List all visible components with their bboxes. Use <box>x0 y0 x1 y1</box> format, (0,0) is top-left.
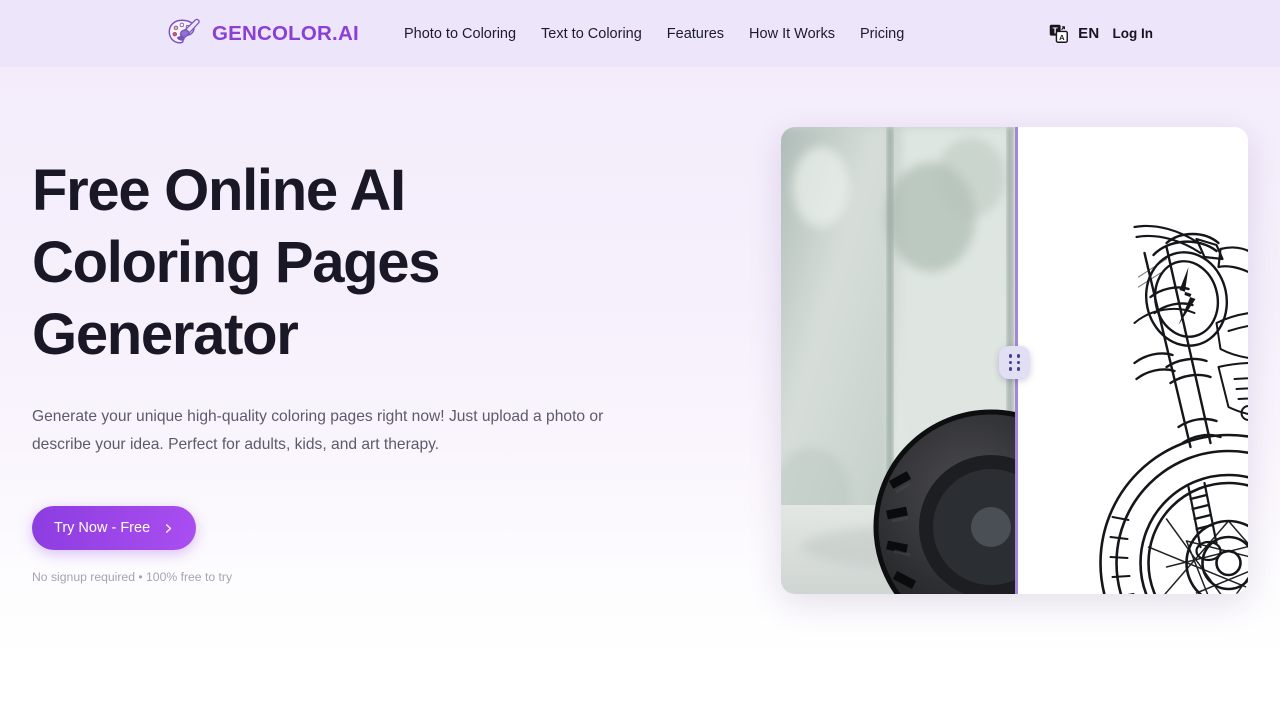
brand-name: GENCOLOR.AI <box>212 21 359 45</box>
header-actions: T A EN Log In <box>1049 0 1153 67</box>
nav-item-features[interactable]: Features <box>667 22 724 46</box>
nav-item-text-to-coloring[interactable]: Text to Coloring <box>541 22 642 46</box>
compare-slider-handle[interactable] <box>999 346 1030 379</box>
before-photo-pane <box>781 127 1016 594</box>
after-lineart-pane <box>1016 127 1248 594</box>
motorcycle-photo <box>781 127 1016 594</box>
page-title: Free Online AI Coloring Pages Generator <box>32 158 441 367</box>
cta-note: No signup required • 100% free to try <box>32 570 233 584</box>
brand-logo[interactable]: GENCOLOR.AI <box>165 0 359 67</box>
language-code: EN <box>1078 25 1100 42</box>
nav-item-photo-to-coloring[interactable]: Photo to Coloring <box>404 22 516 46</box>
nav-item-how-it-works[interactable]: How It Works <box>749 22 835 46</box>
svg-text:A: A <box>1059 33 1065 42</box>
motorcycle-lineart <box>1099 224 1248 594</box>
site-header: GENCOLOR.AI Photo to Coloring Text to Co… <box>0 0 1280 67</box>
language-switcher[interactable]: T A EN <box>1049 24 1099 43</box>
drag-handle-dots-icon <box>1009 354 1013 358</box>
translate-icon: T A <box>1049 24 1069 43</box>
try-now-label: Try Now - Free <box>54 520 151 536</box>
nav-item-pricing[interactable]: Pricing <box>860 22 904 46</box>
palette-brush-icon <box>165 15 203 53</box>
hero-subtitle: Generate your unique high-quality colori… <box>32 408 604 453</box>
login-button[interactable]: Log In <box>1113 26 1154 41</box>
try-now-button[interactable]: Try Now - Free <box>32 506 197 550</box>
main-nav: Photo to Coloring Text to Coloring Featu… <box>404 0 904 67</box>
chevron-right-icon <box>163 523 174 534</box>
hero-copy: Free Online AI Coloring Pages Generator … <box>32 155 662 584</box>
